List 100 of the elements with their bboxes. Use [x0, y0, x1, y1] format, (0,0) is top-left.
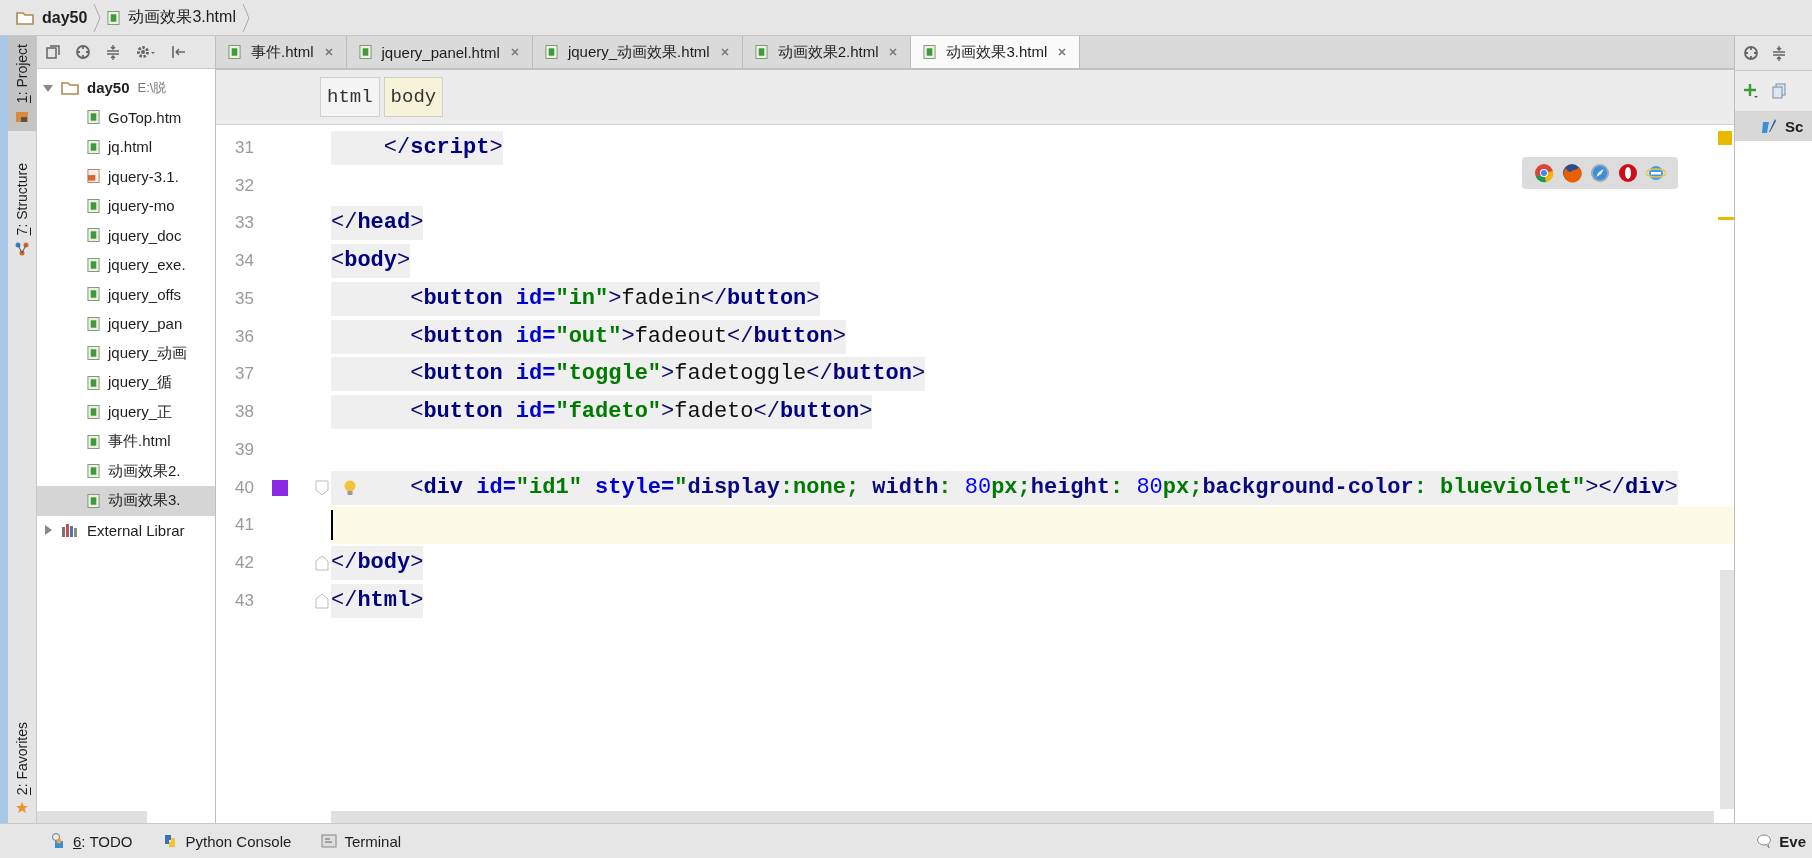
tool-window-tab[interactable]: 1: Project	[8, 36, 36, 132]
close-icon[interactable]	[1057, 47, 1068, 57]
html-file-icon	[87, 463, 100, 480]
chevron-icon	[93, 2, 102, 33]
line-number: 38	[234, 402, 254, 423]
browser-icon[interactable]	[1618, 163, 1638, 183]
html-file-icon	[87, 433, 100, 450]
html-file-icon	[87, 256, 100, 273]
breadcrumb-item[interactable]: day50	[16, 8, 88, 27]
structure-icon	[15, 241, 29, 256]
tool-window-button[interactable]: Python Console	[162, 832, 292, 850]
breadcrumb-label: 动画效果3.html	[128, 7, 236, 27]
tree-item[interactable]: jquery_正	[37, 397, 215, 427]
hide-panel-icon[interactable]	[171, 44, 187, 60]
folder-icon	[15, 109, 29, 124]
breadcrumb-item[interactable]: 动画效果3.html	[107, 7, 236, 28]
tree-item[interactable]: jquery-mo	[37, 191, 215, 221]
html-file-icon	[358, 44, 372, 60]
quill-icon	[1761, 118, 1777, 134]
line-number: 32	[234, 175, 254, 196]
scrollbar[interactable]	[331, 811, 1714, 823]
tree-item[interactable]: day50 E:\脱	[37, 73, 215, 103]
warning-marker[interactable]	[1718, 131, 1732, 145]
expand-collapse-icon[interactable]	[1771, 45, 1787, 61]
tool-window-tab[interactable]: 7: Structure	[8, 155, 36, 264]
tree-item[interactable]: 动画效果3.	[37, 486, 215, 516]
html-file-icon	[87, 227, 100, 244]
editor-tab[interactable]: 事件.html	[216, 36, 347, 68]
close-icon[interactable]	[509, 47, 520, 57]
tool-window-button[interactable]: Eve	[1756, 832, 1806, 850]
tool-window-button[interactable]: 6: TODO	[50, 832, 133, 850]
browser-icon[interactable]	[1590, 163, 1610, 183]
target-icon[interactable]	[1743, 45, 1759, 61]
tree-item[interactable]: jquery_pan	[37, 309, 215, 339]
lightbulb-icon[interactable]	[343, 478, 357, 497]
folder-icon	[16, 10, 34, 25]
editor-tab[interactable]: jquery_动画效果.html	[532, 36, 743, 68]
library-icon	[61, 523, 79, 538]
html-file-icon	[87, 138, 100, 155]
editor-tab[interactable]: 动画效果3.html	[911, 36, 1081, 68]
tree-item[interactable]: jquery-3.1.	[37, 161, 215, 191]
html-file-icon	[87, 315, 100, 332]
line-number: 36	[234, 326, 254, 347]
tree-item[interactable]: 事件.html	[37, 427, 215, 457]
tree-item[interactable]: jquery_动画	[37, 338, 215, 368]
target-icon[interactable]	[75, 44, 91, 60]
line-number: 39	[234, 439, 254, 460]
tree-item[interactable]: jq.html	[37, 132, 215, 162]
html-file-icon	[228, 44, 241, 60]
person-icon	[50, 833, 66, 849]
copy-icon[interactable]	[1771, 83, 1787, 99]
fold-marker-icon[interactable]	[315, 592, 329, 609]
browser-icon[interactable]	[1534, 163, 1554, 183]
scrollbar[interactable]	[1720, 570, 1734, 809]
tree-item[interactable]: jquery_offs	[37, 279, 215, 309]
expand-collapse-icon[interactable]	[105, 44, 121, 60]
tree-item[interactable]: 动画效果2.	[37, 456, 215, 486]
line-number: 33	[234, 213, 254, 234]
collapsed-arrow-icon[interactable]	[43, 525, 53, 536]
html-file-icon	[87, 404, 100, 421]
line-number: 40	[234, 477, 254, 498]
add-icon[interactable]	[1743, 83, 1759, 99]
html-file-icon	[87, 197, 100, 214]
html-file-icon	[87, 109, 100, 126]
tag-breadcrumb[interactable]: html	[320, 77, 380, 117]
html-file-icon	[87, 374, 100, 391]
html-file-icon	[87, 345, 100, 362]
close-icon[interactable]	[888, 47, 899, 57]
speech-bubble-icon	[1756, 833, 1773, 849]
line-number: 31	[234, 137, 254, 158]
tool-window-button[interactable]: Terminal	[321, 832, 402, 850]
scrollbar[interactable]	[37, 811, 147, 823]
breadcrumb-label: day50	[42, 8, 88, 27]
tree-item[interactable]: jquery_循	[37, 368, 215, 398]
html-file-icon	[87, 492, 100, 509]
fold-marker-icon[interactable]	[315, 479, 329, 496]
line-number: 42	[234, 553, 254, 574]
tree-item[interactable]: External Librar	[37, 515, 215, 545]
star-icon	[15, 801, 29, 815]
text-caret	[331, 510, 333, 541]
close-icon[interactable]	[323, 47, 334, 57]
tag-breadcrumb[interactable]: body	[383, 77, 444, 117]
html-file-icon	[107, 9, 121, 26]
tree-item[interactable]: GoTop.htm	[37, 102, 215, 132]
folder-path: E:\脱	[137, 78, 167, 97]
tree-item[interactable]: jquery_doc	[37, 220, 215, 250]
expanded-arrow-icon[interactable]	[43, 82, 53, 93]
tool-window-tab[interactable]: 2: Favorites	[8, 713, 36, 823]
error-stripe-marker[interactable]	[1718, 217, 1734, 220]
settings-icon[interactable]	[135, 44, 157, 60]
list-item[interactable]: Sc	[1735, 111, 1812, 141]
html-file-icon	[923, 44, 937, 60]
close-icon[interactable]	[719, 47, 730, 57]
fold-marker-icon[interactable]	[315, 555, 329, 572]
editor-tab[interactable]: jquery_panel.html	[346, 36, 533, 68]
browser-icon[interactable]	[1646, 163, 1666, 183]
tree-item[interactable]: jquery_exe.	[37, 250, 215, 280]
line-number: 37	[234, 364, 254, 385]
collapse-all-icon[interactable]	[45, 44, 61, 60]
browser-icon[interactable]	[1562, 163, 1582, 183]
